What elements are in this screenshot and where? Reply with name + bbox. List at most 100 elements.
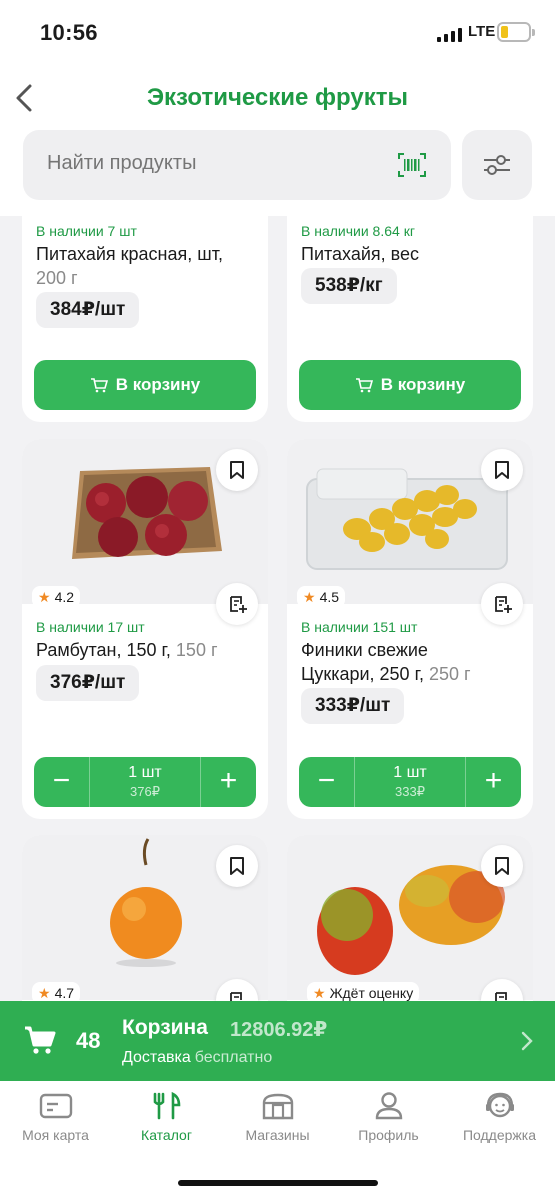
tab-label: Профиль xyxy=(358,1127,419,1143)
tab-stores[interactable]: Магазины xyxy=(222,1091,333,1143)
tab-profile[interactable]: Профиль xyxy=(333,1091,444,1143)
quantity-display: 1 шт 376₽ xyxy=(89,757,201,807)
bookmark-icon xyxy=(230,461,244,479)
favorite-button[interactable] xyxy=(481,449,523,491)
cart-icon xyxy=(25,1026,56,1054)
cart-bar[interactable]: 48 Корзина 12806.92₽ Доставка бесплатно xyxy=(0,1001,555,1081)
delivery-info: Доставка бесплатно xyxy=(122,1049,272,1067)
decrease-button[interactable]: − xyxy=(34,757,89,807)
home-indicator xyxy=(178,1180,378,1186)
product-card[interactable]: В наличии 8.64 кг Питахайя, вес 538₽/кг … xyxy=(287,216,533,422)
chevron-right-icon xyxy=(521,1031,533,1051)
product-card[interactable]: В наличии 7 шт Питахайя красная, шт, 200… xyxy=(22,216,268,422)
quantity-value: 1 шт xyxy=(128,764,162,781)
delivery-value: бесплатно xyxy=(194,1049,273,1066)
add-to-list-icon xyxy=(495,992,507,1001)
search-bar[interactable] xyxy=(23,130,451,200)
price-tag: 384₽/шт xyxy=(36,292,140,328)
quantity-sum: 333₽ xyxy=(395,784,425,799)
product-name: Питахайя красная, шт, 200 г xyxy=(36,242,256,290)
product-name-text: Рамбутан, 150 г, xyxy=(36,640,171,660)
delivery-label: Доставка xyxy=(122,1049,191,1066)
quantity-sum: 376₽ xyxy=(130,784,160,799)
barcode-scan-icon[interactable] xyxy=(397,152,427,178)
product-grid[interactable]: В наличии 7 шт Питахайя красная, шт, 200… xyxy=(0,216,555,1001)
signal-icon xyxy=(437,26,462,42)
rating-badge: ★ 4.7 xyxy=(32,982,81,1001)
stock-label: В наличии 151 шт xyxy=(301,619,418,635)
quantity-value: 1 шт xyxy=(393,764,427,781)
cart-title: Корзина xyxy=(122,1016,208,1039)
catalog-icon xyxy=(153,1091,180,1120)
cart-icon xyxy=(90,378,108,393)
tab-catalog[interactable]: Каталог xyxy=(111,1091,222,1143)
stock-label: В наличии 17 шт xyxy=(36,619,145,635)
favorite-button[interactable] xyxy=(481,845,523,887)
cart-icon xyxy=(355,378,373,393)
tab-label: Моя карта xyxy=(22,1127,89,1143)
add-to-list-button[interactable] xyxy=(216,583,258,625)
tab-label: Магазины xyxy=(245,1127,310,1143)
product-name: Финики свежие Цуккари, 250 г, 250 г xyxy=(301,638,506,686)
card-icon xyxy=(39,1093,72,1119)
rating-badge: ★ Ждёт оценку xyxy=(307,982,420,1001)
product-card[interactable]: ★ 4.2 В наличии 17 шт Рамбутан, 150 г, 15… xyxy=(22,439,268,819)
rating-value: Ждёт оценку xyxy=(329,985,414,1001)
decrease-button[interactable]: − xyxy=(299,757,354,807)
favorite-button[interactable] xyxy=(216,449,258,491)
bookmark-icon xyxy=(495,857,509,875)
search-input[interactable] xyxy=(47,152,377,175)
add-to-list-icon xyxy=(495,596,512,613)
price-tag: 538₽/кг xyxy=(301,268,397,304)
cart-count: 48 xyxy=(76,1028,101,1053)
star-icon: ★ xyxy=(303,588,316,605)
add-to-cart-button[interactable]: В корзину xyxy=(34,360,256,410)
stock-label: В наличии 8.64 кг xyxy=(301,223,415,239)
quantity-display: 1 шт 333₽ xyxy=(354,757,466,807)
star-icon: ★ xyxy=(38,588,51,605)
header: Экзотические фрукты xyxy=(0,66,555,216)
favorite-button[interactable] xyxy=(216,845,258,887)
star-icon: ★ xyxy=(313,984,326,1001)
bookmark-icon xyxy=(495,461,509,479)
page-title: Экзотические фрукты xyxy=(146,84,409,111)
support-icon xyxy=(485,1092,514,1118)
product-weight: 200 г xyxy=(36,268,78,288)
rating-badge: ★ 4.5 xyxy=(297,586,346,608)
product-name: Питахайя, вес xyxy=(301,242,521,266)
product-name: Рамбутан, 150 г, 150 г xyxy=(36,638,256,662)
tab-my-card[interactable]: Моя карта xyxy=(0,1091,111,1143)
filter-button[interactable] xyxy=(462,130,532,200)
add-to-list-icon xyxy=(230,596,247,613)
product-card[interactable]: ★ 4.5 В наличии 151 шт Финики свежие Цукк… xyxy=(287,439,533,819)
stock-label: В наличии 7 шт xyxy=(36,223,137,239)
network-label: LTE xyxy=(468,23,496,40)
tab-support[interactable]: Поддержка xyxy=(444,1091,555,1143)
status-bar: 10:56 LTE xyxy=(0,0,555,66)
product-weight: 150 г xyxy=(175,640,218,660)
product-name-text: Питахайя красная, шт, xyxy=(36,244,223,264)
bookmark-icon xyxy=(230,857,244,875)
add-to-cart-label: В корзину xyxy=(115,375,201,394)
quantity-stepper[interactable]: − 1 шт 333₽ + xyxy=(299,757,521,807)
add-to-list-button[interactable] xyxy=(481,583,523,625)
store-icon xyxy=(262,1093,293,1120)
product-name-text: Финики свежие Цуккари, 250 г, xyxy=(301,640,428,684)
product-name-text: Питахайя, вес xyxy=(301,244,420,264)
product-card[interactable]: ★ Ждёт оценку xyxy=(287,835,533,1001)
rating-value: 4.2 xyxy=(54,589,75,605)
tab-label: Каталог xyxy=(141,1127,192,1143)
star-icon: ★ xyxy=(38,984,51,1001)
rating-badge: ★ 4.2 xyxy=(32,586,81,608)
add-to-list-icon xyxy=(230,992,242,1001)
add-to-cart-label: В корзину xyxy=(380,375,466,394)
add-to-cart-button[interactable]: В корзину xyxy=(299,360,521,410)
cart-total: 12806.92₽ xyxy=(230,1019,328,1041)
increase-button[interactable]: + xyxy=(201,757,256,807)
product-card[interactable]: ★ 4.7 xyxy=(22,835,268,1001)
quantity-stepper[interactable]: − 1 шт 376₽ + xyxy=(34,757,256,807)
increase-button[interactable]: + xyxy=(466,757,521,807)
status-time: 10:56 xyxy=(40,20,98,45)
rating-value: 4.5 xyxy=(319,589,340,605)
rating-value: 4.7 xyxy=(54,985,75,1001)
